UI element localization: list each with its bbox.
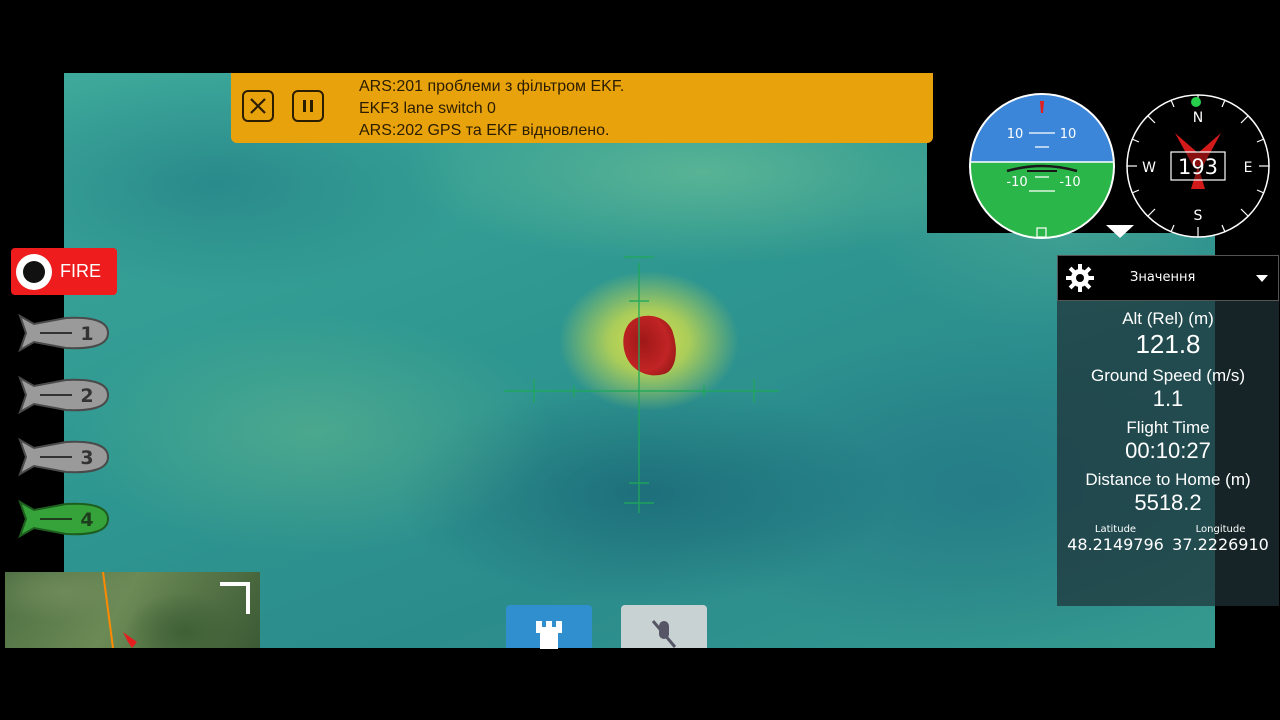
pause-icon <box>303 100 313 112</box>
chevron-down-icon <box>1256 275 1268 282</box>
bomb-1-label: 1 <box>80 323 93 345</box>
compass-west: W <box>1142 160 1156 176</box>
attitude-indicator: 10 10 -10 -10 <box>969 93 1115 239</box>
home-castle-button[interactable] <box>506 605 592 649</box>
banner-message-3: ARS:202 GPS та EKF відновлено. <box>359 122 610 139</box>
latitude-value: 48.2149796 <box>1067 535 1164 554</box>
bomb-slot-4[interactable]: 4 <box>16 498 112 540</box>
pause-button[interactable] <box>292 90 324 122</box>
close-icon <box>250 98 266 114</box>
flight-time-value: 00:10:27 <box>1125 438 1211 463</box>
expand-map-icon[interactable] <box>220 582 250 614</box>
latitude-label: Latitude <box>1094 524 1137 535</box>
longitude-value: 37.2226910 <box>1172 535 1269 554</box>
banner-message-1: ARS:201 проблеми з фільтром EKF. <box>359 78 625 95</box>
dismiss-button[interactable] <box>242 90 274 122</box>
flight-time-label: Flight Time <box>1126 418 1210 437</box>
heading-readout: 193 <box>1178 155 1218 179</box>
banner-message-2: EKF3 lane switch 0 <box>359 100 496 117</box>
bomb-slot-2[interactable]: 2 <box>16 374 112 416</box>
bomb-slot-3[interactable]: 3 <box>16 436 112 478</box>
bomb-slot-1[interactable]: 1 <box>16 312 112 354</box>
alt-value: 121.8 <box>1135 329 1201 359</box>
castle-icon <box>536 621 562 649</box>
bomb-3-label: 3 <box>80 447 93 469</box>
compass-north: N <box>1193 110 1203 126</box>
distance-home-value: 5518.2 <box>1134 490 1202 515</box>
distance-home-label: Distance to Home (m) <box>1085 470 1251 489</box>
longitude-label: Longitude <box>1195 524 1246 535</box>
pitch-label-top-right: 10 <box>1060 127 1077 142</box>
alt-label: Alt (Rel) (m) <box>1122 309 1214 328</box>
mute-mic-button[interactable] <box>621 605 707 648</box>
ground-speed-value: 1.1 <box>1152 386 1184 411</box>
minimap[interactable] <box>5 572 260 648</box>
mic-off-icon <box>651 620 677 648</box>
pitch-label-bottom-left: -10 <box>1006 175 1027 190</box>
telemetry-dropdown[interactable]: Значення <box>1057 255 1279 301</box>
compass: N E S W 193 <box>1126 94 1270 238</box>
pitch-label-bottom-right: -10 <box>1059 175 1080 190</box>
compass-east: E <box>1244 160 1253 176</box>
compass-south: S <box>1194 208 1203 224</box>
record-icon <box>16 253 52 290</box>
telemetry-dropdown-label: Значення <box>1130 270 1196 285</box>
panel-pointer-icon <box>1106 225 1134 238</box>
fire-label: FIRE <box>60 261 102 281</box>
ground-speed-label: Ground Speed (m/s) <box>1090 366 1245 385</box>
pitch-label-top-left: 10 <box>1007 127 1024 142</box>
notification-banner: ARS:201 проблеми з фільтром EKF. EKF3 la… <box>231 73 933 143</box>
fire-button[interactable]: FIRE <box>11 248 117 295</box>
gear-icon[interactable] <box>1064 262 1096 294</box>
bomb-2-label: 2 <box>80 385 93 407</box>
telemetry-panel: Alt (Rel) (m) 121.8 Ground Speed (m/s) 1… <box>1057 301 1279 606</box>
bomb-4-label: 4 <box>80 509 93 531</box>
